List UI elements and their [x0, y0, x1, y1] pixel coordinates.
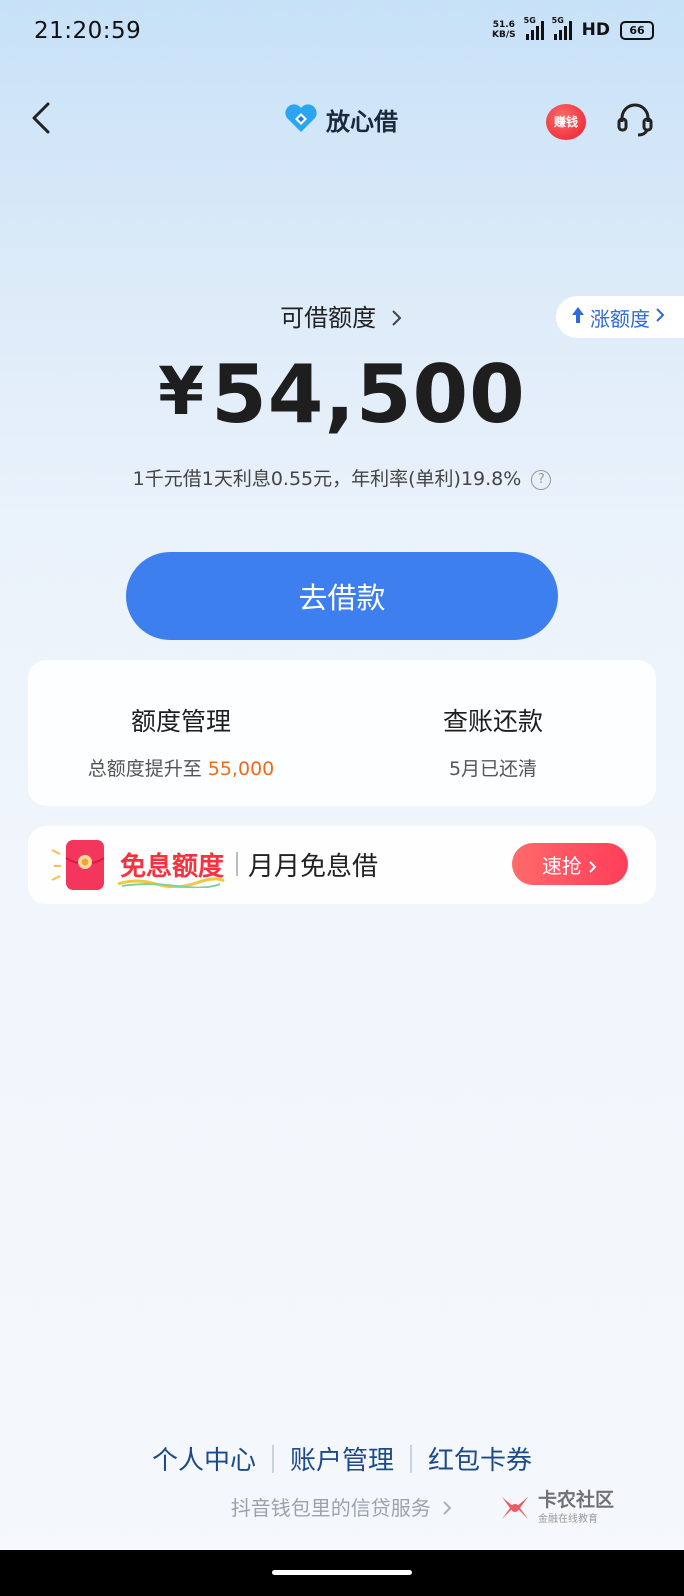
home-indicator[interactable] [272, 1570, 412, 1575]
brand-name: 放心借 [326, 108, 398, 136]
chevron-right-icon [588, 854, 598, 878]
status-icons: 51.6 KB/S 5G 5G HD 66 [492, 16, 654, 40]
help-icon[interactable]: ? [531, 470, 552, 490]
status-time: 21:20:59 [34, 18, 142, 44]
borrow-button[interactable]: 去借款 [126, 552, 558, 640]
credit-amount: ¥54,500 [158, 348, 526, 441]
account-card: 额度管理 总额度提升至 55,000 查账还款 5月已还清 [28, 660, 656, 806]
interest-free-banner[interactable]: 免息额度 月月免息借 速抢 [28, 826, 656, 904]
brand-header: 放心借 [284, 102, 398, 137]
signal-icon: 5G [552, 16, 572, 40]
customer-service-icon[interactable] [616, 100, 654, 138]
brand-logo-icon [284, 103, 318, 137]
hd-indicator: HD [581, 20, 610, 40]
footer-links: 个人中心 账户管理 红包卡券 [0, 1440, 684, 1477]
chevron-right-icon [384, 304, 404, 332]
underline-decoration [117, 877, 225, 888]
chevron-right-icon [437, 1496, 453, 1520]
promo-subtitle: 月月免息借 [248, 852, 379, 882]
interest-rate-info: 1千元借1天利息0.55元，年利率(单利)19.8%? [0, 464, 684, 491]
grab-now-button[interactable]: 速抢 [512, 843, 628, 885]
personal-center-link[interactable]: 个人中心 [136, 1440, 272, 1477]
raise-arrow-icon [570, 305, 586, 330]
coupons-link[interactable]: 红包卡券 [412, 1440, 548, 1477]
watermark-icon [502, 1496, 528, 1519]
back-arrow-icon[interactable] [26, 100, 62, 136]
red-envelope-icon [50, 836, 116, 894]
status-bar: 21:20:59 51.6 KB/S 5G 5G HD 66 [0, 0, 684, 64]
bill-repayment[interactable]: 查账还款 5月已还清 [398, 702, 588, 781]
network-speed: 51.6 KB/S [492, 20, 516, 40]
battery-icon: 66 [620, 20, 654, 40]
earn-money-icon[interactable]: 赚钱 [546, 104, 586, 140]
signal-icon: 5G [524, 16, 544, 40]
divider [236, 852, 238, 876]
watermark-logo: 卡农社区 金融在线教育 [498, 1490, 614, 1525]
credit-management[interactable]: 额度管理 总额度提升至 55,000 [66, 702, 296, 781]
account-management-link[interactable]: 账户管理 [274, 1440, 410, 1477]
raise-credit-button[interactable]: 涨额度 [556, 296, 684, 338]
chevron-right-icon [654, 305, 666, 329]
total-credit-value: 55,000 [207, 758, 275, 780]
